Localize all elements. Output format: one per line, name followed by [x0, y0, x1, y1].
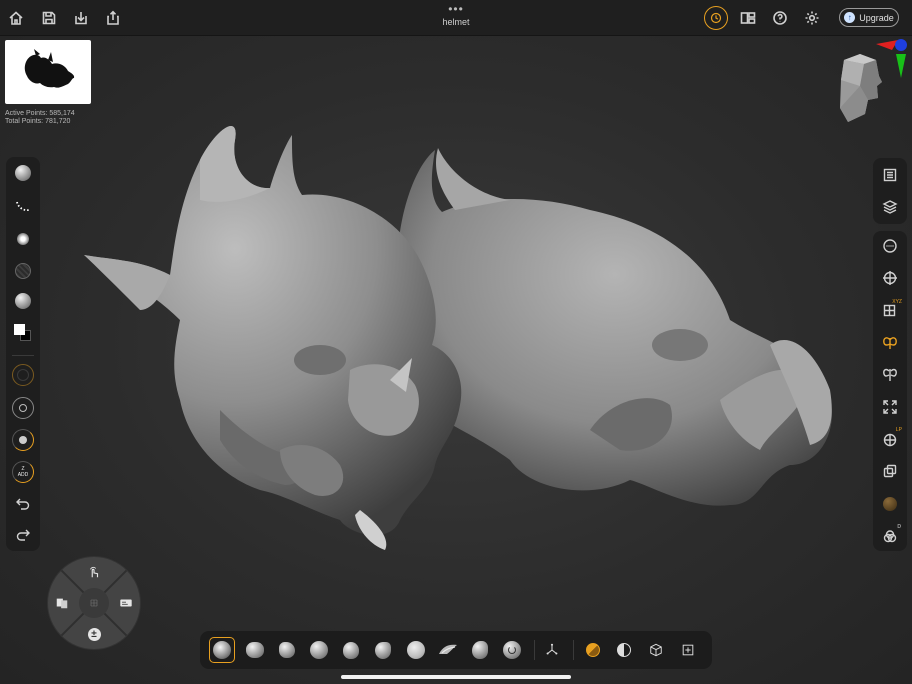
- gizmo-icon[interactable]: [539, 637, 565, 663]
- size-icon[interactable]: [11, 363, 35, 387]
- zadd-icon[interactable]: Z ADD: [11, 460, 35, 484]
- share-icon[interactable]: [101, 6, 125, 30]
- add-icon[interactable]: [675, 637, 701, 663]
- material-icon[interactable]: [11, 289, 35, 313]
- color-icon[interactable]: [11, 321, 35, 345]
- hpolish-brush[interactable]: [467, 637, 493, 663]
- grid-badge: XYZ: [892, 299, 902, 305]
- perspective-icon[interactable]: LP: [878, 427, 902, 451]
- material-ball-icon: [15, 293, 31, 309]
- z-axis-ball-icon: [895, 39, 907, 51]
- creature-head-back: [397, 148, 832, 506]
- pie-center[interactable]: [79, 588, 109, 618]
- creature-head-front: [84, 126, 462, 550]
- damstandard-brush[interactable]: [338, 637, 364, 663]
- symmetry-icon[interactable]: [878, 331, 902, 355]
- points-stats: Active Points: 585,174 Total Points: 781…: [5, 110, 75, 126]
- focal-shift-icon[interactable]: [11, 396, 35, 420]
- model-silhouette-icon: [24, 49, 75, 88]
- sculpt-viewport[interactable]: [70, 100, 860, 560]
- brush-ball-icon: [15, 165, 31, 181]
- redo-icon[interactable]: [11, 523, 35, 547]
- active-points: Active Points: 585,174: [5, 110, 75, 117]
- standard-brush[interactable]: [209, 637, 235, 663]
- alpha-icon[interactable]: [11, 227, 35, 251]
- toolbar-divider: [12, 355, 34, 356]
- stroke-icon[interactable]: [11, 194, 35, 218]
- size-ring-icon: [12, 364, 34, 386]
- pie-menu: ±: [48, 557, 140, 649]
- upgrade-arrow-icon: ↑: [844, 12, 856, 23]
- y-axis-arrow-icon: [896, 54, 906, 78]
- save-icon[interactable]: [37, 6, 61, 30]
- masks-icon[interactable]: [117, 594, 135, 612]
- right-toolbar: XYZ LP D: [873, 231, 907, 551]
- snakehook-brush[interactable]: [435, 637, 461, 663]
- home-icon[interactable]: [4, 6, 28, 30]
- document-title[interactable]: helmet: [406, 17, 506, 27]
- total-points: Total Points: 781,720: [5, 118, 71, 125]
- mirror-icon[interactable]: [878, 363, 902, 387]
- undo-icon[interactable]: [11, 492, 35, 516]
- mesh-icon[interactable]: [643, 637, 669, 663]
- x-axis-arrow-icon: [876, 40, 898, 50]
- grid-icon: [90, 599, 98, 607]
- polypaint-badge: D: [897, 524, 901, 530]
- trimdynamic-brush[interactable]: [370, 637, 396, 663]
- right-toolbar-top: [873, 158, 907, 224]
- document-icon[interactable]: [878, 163, 902, 187]
- grid-icon[interactable]: XYZ: [878, 298, 902, 322]
- bottom-divider: [534, 640, 535, 660]
- import-icon[interactable]: [69, 6, 93, 30]
- upgrade-button[interactable]: ↑ Upgrade: [839, 8, 899, 27]
- help-icon[interactable]: [768, 6, 792, 30]
- dynamesh-icon[interactable]: [878, 234, 902, 258]
- polypaint-icon[interactable]: D: [878, 524, 902, 548]
- alpha-gradient-icon: [17, 233, 29, 245]
- actions-icon[interactable]: [53, 594, 71, 612]
- layers-icon[interactable]: [878, 195, 902, 219]
- perspective-badge: LP: [895, 427, 902, 433]
- intensity-ring-icon: [12, 429, 34, 451]
- material-ball-swatch: [883, 497, 897, 511]
- clay-brush[interactable]: [242, 637, 268, 663]
- color-swatch-icon: [14, 324, 32, 342]
- brush-icon[interactable]: [11, 161, 35, 185]
- curve-brush[interactable]: [499, 637, 525, 663]
- document-menu-dots[interactable]: •••: [446, 2, 466, 16]
- texture-pattern-icon: [15, 263, 31, 279]
- bottom-divider-2: [573, 640, 574, 660]
- plusminus-icon[interactable]: ±: [85, 625, 103, 643]
- upgrade-label: Upgrade: [859, 12, 894, 23]
- history-icon[interactable]: [704, 6, 728, 30]
- touch-icon[interactable]: [85, 563, 103, 581]
- subtool-icon[interactable]: [878, 459, 902, 483]
- claybuildup-brush[interactable]: [274, 637, 300, 663]
- draw-mode-icon[interactable]: [580, 637, 606, 663]
- top-bar: ••• helmet ↑ Upgrade: [0, 0, 912, 36]
- intensity-icon[interactable]: [11, 428, 35, 452]
- bottom-toolbar: [200, 631, 712, 669]
- smooth-mode-icon[interactable]: [611, 637, 637, 663]
- zadd-label: Z ADD: [12, 461, 34, 483]
- material-ball-icon[interactable]: [878, 492, 902, 516]
- left-toolbar: Z ADD: [6, 157, 40, 551]
- inflate-brush[interactable]: [403, 637, 429, 663]
- model-thumbnail[interactable]: [5, 40, 91, 104]
- texture-icon[interactable]: [11, 259, 35, 283]
- settings-icon[interactable]: [800, 6, 824, 30]
- frame-icon[interactable]: [878, 395, 902, 419]
- transform-icon[interactable]: [878, 266, 902, 290]
- home-indicator: [341, 675, 571, 679]
- move-brush[interactable]: [306, 637, 332, 663]
- scene-layout-icon[interactable]: [736, 6, 760, 30]
- focal-ring-icon: [12, 397, 34, 419]
- app-root: ••• helmet ↑ Upgrade Active Points: 585,…: [0, 0, 912, 684]
